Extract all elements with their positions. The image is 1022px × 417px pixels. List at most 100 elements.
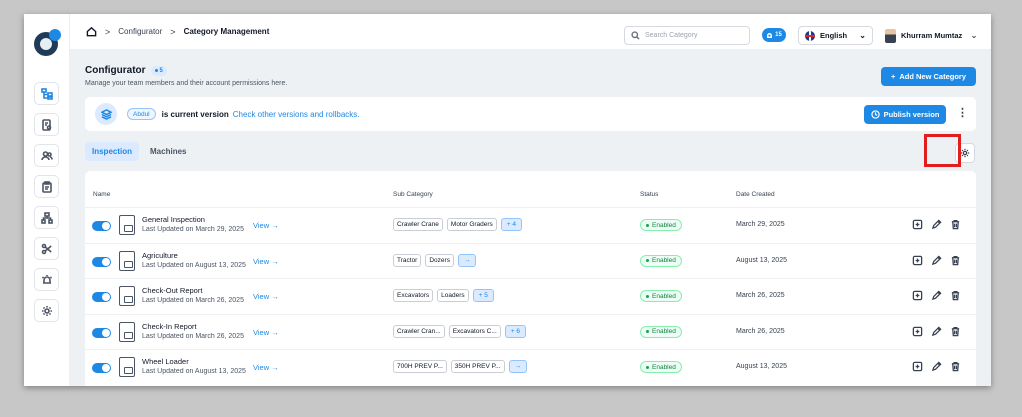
arrow-right-icon: → xyxy=(271,292,279,301)
enable-toggle[interactable] xyxy=(92,221,111,231)
view-link[interactable]: View → xyxy=(253,292,279,301)
more-chips-button[interactable]: → xyxy=(508,360,528,373)
more-chips-button[interactable]: → xyxy=(457,253,477,267)
sidebar-item-tools[interactable] xyxy=(34,237,59,260)
sidebar-item-categories[interactable] xyxy=(34,82,59,105)
arrow-right-icon: → xyxy=(271,221,279,230)
sub-category-chip: Loaders xyxy=(437,289,469,302)
add-square-icon[interactable] xyxy=(912,361,923,372)
version-badge: Abdul xyxy=(127,108,156,120)
sub-category-chips: Crawler Crane Motor Graders + 4 xyxy=(393,218,523,231)
versions-link[interactable]: Check other versions and rollbacks. xyxy=(233,110,360,119)
date-created: March 26, 2025 xyxy=(736,292,785,299)
breadcrumb-parent[interactable]: Configurator xyxy=(118,27,162,36)
add-square-icon[interactable] xyxy=(912,326,923,337)
enable-toggle[interactable] xyxy=(92,256,111,267)
table-row: General Inspection Last Updated on March… xyxy=(85,207,976,242)
app-logo[interactable] xyxy=(32,28,62,58)
add-category-label: Add New Category xyxy=(899,72,967,81)
page-subtitle: Manage your team members and their accou… xyxy=(85,80,288,87)
arrow-right-icon: → xyxy=(271,256,279,266)
app-window: > Configurator > Category Management Sea… xyxy=(24,14,991,386)
row-name: Check-In Report xyxy=(142,321,197,331)
gear-icon xyxy=(960,148,970,158)
date-created: March 26, 2025 xyxy=(736,327,785,335)
trash-icon[interactable] xyxy=(950,219,961,230)
view-label: View xyxy=(253,292,270,301)
sub-category-chips: Tractor Dozers → xyxy=(393,253,477,267)
sub-category-chip: 700H PREV P... xyxy=(393,360,447,373)
pencil-icon[interactable] xyxy=(931,290,942,301)
trash-icon[interactable] xyxy=(950,255,961,266)
trash-icon[interactable] xyxy=(950,361,961,372)
view-label: View xyxy=(253,221,270,230)
table-row: Agriculture Last Updated on August 13, 2… xyxy=(85,242,976,278)
view-link[interactable]: View → xyxy=(253,328,279,337)
arrow-right-icon: → xyxy=(271,327,279,337)
view-link[interactable]: View → xyxy=(253,257,279,266)
publish-version-button[interactable]: Publish version xyxy=(864,105,946,124)
enable-toggle[interactable] xyxy=(92,327,111,338)
sidebar-item-checklists[interactable] xyxy=(34,175,59,198)
search-icon xyxy=(631,31,640,40)
notifications-button[interactable]: 15 xyxy=(762,28,786,42)
more-chips-button[interactable]: + 5 xyxy=(472,289,494,302)
pencil-icon[interactable] xyxy=(931,254,942,266)
add-square-icon[interactable] xyxy=(912,255,923,266)
sub-category-chip: Crawler Cran... xyxy=(393,324,445,338)
sub-category-chip: Motor Graders xyxy=(446,218,497,231)
file-folder-icon xyxy=(119,286,135,306)
row-actions xyxy=(912,325,961,337)
sidebar-item-alerts[interactable] xyxy=(34,268,59,291)
trash-icon[interactable] xyxy=(950,290,961,301)
file-folder-icon xyxy=(119,357,135,377)
date-created: August 13, 2025 xyxy=(736,363,787,370)
sidebar-item-settings[interactable] xyxy=(34,299,59,322)
add-category-button[interactable]: + Add New Category xyxy=(881,67,976,86)
trash-icon[interactable] xyxy=(950,326,961,337)
sidebar-item-users[interactable] xyxy=(34,144,59,167)
sub-category-chip: Excavators xyxy=(393,289,434,302)
row-actions xyxy=(912,219,961,230)
language-label: English xyxy=(820,31,848,40)
top-bar: > Configurator > Category Management Sea… xyxy=(70,14,991,50)
sub-category-chips: Crawler Cran... Excavators C... + 6 xyxy=(393,324,527,338)
clipboard-icon xyxy=(41,180,52,193)
more-chips-button[interactable]: + 6 xyxy=(504,324,527,338)
main-content: Configurator 5 Manage your team members … xyxy=(70,50,991,386)
sidebar-item-organization[interactable] xyxy=(34,206,59,229)
column-header-sub-category: Sub Category xyxy=(393,191,433,198)
sidebar-item-reports[interactable] xyxy=(34,113,59,136)
pencil-icon[interactable] xyxy=(931,219,942,230)
pencil-icon[interactable] xyxy=(931,361,942,372)
publish-label: Publish version xyxy=(883,110,940,119)
row-updated: Last Updated on August 13, 2025 xyxy=(142,261,246,269)
enable-toggle[interactable] xyxy=(92,363,111,373)
version-text: is current version xyxy=(161,109,229,119)
add-square-icon[interactable] xyxy=(912,219,923,230)
tab-machines[interactable]: Machines xyxy=(143,142,193,161)
sidebar xyxy=(24,14,70,386)
home-icon[interactable] xyxy=(86,26,97,37)
row-updated: Last Updated on August 13, 2025 xyxy=(142,368,246,375)
table-row: Check-In Report Last Updated on March 26… xyxy=(85,313,976,349)
more-chips-button[interactable]: + 4 xyxy=(500,218,523,231)
view-link[interactable]: View → xyxy=(253,363,279,372)
user-menu[interactable]: Khurram Mumtaz ⌄ xyxy=(885,26,978,45)
language-select[interactable]: English ⌄ xyxy=(798,26,873,45)
pencil-icon[interactable] xyxy=(931,325,942,337)
arrow-right-icon: → xyxy=(271,363,279,372)
search-input[interactable]: Search Category xyxy=(624,26,750,45)
tab-inspection[interactable]: Inspection xyxy=(85,142,140,161)
row-updated: Last Updated on March 26, 2025 xyxy=(142,297,244,304)
view-link[interactable]: View → xyxy=(253,221,279,230)
more-options-icon[interactable]: ⋮ xyxy=(957,107,968,119)
tab-bar: Inspection Machines xyxy=(85,142,193,161)
add-square-icon[interactable] xyxy=(912,290,923,301)
sub-category-chip: Excavators C... xyxy=(448,324,501,338)
chevron-right-icon: > xyxy=(170,26,176,37)
row-actions xyxy=(912,361,961,372)
table-settings-button[interactable] xyxy=(955,143,975,163)
enable-toggle[interactable] xyxy=(92,292,111,302)
sub-category-chip: Tractor xyxy=(393,253,422,267)
